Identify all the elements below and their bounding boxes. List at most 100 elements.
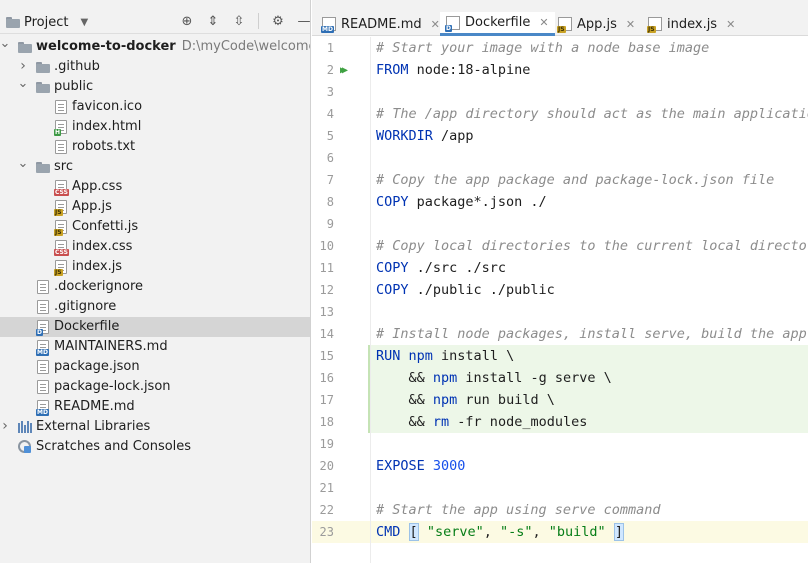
tree-item-confetti-js[interactable]: JS Confetti.js [0, 217, 310, 237]
tree-item-scratches-and-consoles[interactable]: Scratches and Consoles [0, 437, 310, 457]
code-line[interactable]: 4 # The /app directory should act as the … [312, 103, 808, 125]
tree-item-dockerignore[interactable]: .dockerignore [0, 277, 310, 297]
tree-item-maintainers-md[interactable]: MD MAINTAINERS.md [0, 337, 310, 357]
code-line[interactable]: 19 [312, 433, 808, 455]
code-line[interactable]: 12 COPY ./public ./public [312, 279, 808, 301]
tab-app-js[interactable]: JS App.js ✕ [552, 12, 641, 36]
chevron-right-icon[interactable]: › [18, 58, 28, 74]
tree-item-external-libraries[interactable]: › External Libraries [0, 417, 310, 437]
code-token-comment: # Start your image with a node base imag… [376, 40, 710, 56]
close-icon[interactable]: ✕ [431, 18, 440, 31]
toolbar-divider [258, 13, 259, 29]
collapse-all-icon[interactable]: ⇳ [230, 12, 248, 30]
code-line[interactable]: 13 [312, 301, 808, 323]
minimize-icon[interactable]: — [295, 12, 311, 30]
code-token-kw: rm [432, 414, 450, 430]
tree-item-index-html[interactable]: Hindex.html [0, 117, 310, 137]
file-icon: H [54, 120, 67, 136]
tree-item-robots-txt[interactable]: robots.txt [0, 137, 310, 157]
code-line[interactable]: 7 # Copy the app package and package-lock… [312, 169, 808, 191]
code-text: EXPOSE 3000 [376, 458, 465, 474]
line-number: 15 [319, 349, 334, 363]
project-toolbar: ⊕ ⇕ ⇳ ⚙ — [178, 12, 311, 30]
tree-item-index-css[interactable]: CSS index.css [0, 237, 310, 257]
tree-item-welcome-to-docker[interactable]: ⌄ welcome-to-dockerD:\myCode\welcome-t [0, 36, 310, 57]
code-line[interactable]: 23 CMD [ "serve", "-s", "build" ] [312, 521, 808, 543]
tab-index-js[interactable]: JS index.js ✕ [642, 12, 741, 36]
file-icon: CSS [54, 240, 69, 256]
tree-item-github[interactable]: › .github [0, 57, 310, 77]
project-path: D:\myCode\welcome-t [181, 39, 310, 54]
code-line[interactable]: 3 [312, 81, 808, 103]
file-icon: JS [54, 200, 67, 216]
close-icon[interactable]: ✕ [726, 18, 735, 31]
code-line[interactable]: 6 [312, 147, 808, 169]
tree-item-package-lock-json[interactable]: package-lock.json [0, 377, 310, 397]
close-icon[interactable]: ✕ [626, 18, 635, 31]
code-line[interactable]: 1 # Start your image with a node base ima… [312, 37, 808, 59]
code-line[interactable]: 11 COPY ./src ./src [312, 257, 808, 279]
line-number: 17 [319, 393, 334, 407]
code-text: # Copy local directories to the current … [376, 238, 808, 254]
code-line[interactable]: 22 # Start the app using serve command [312, 499, 808, 521]
code-line[interactable]: 5 WORKDIR /app [312, 125, 808, 147]
scratch-icon [18, 440, 32, 454]
chevron-down-icon[interactable]: ⌄ [18, 156, 29, 171]
code-text: # Start your image with a node base imag… [376, 40, 709, 56]
code-line[interactable]: 8 COPY package*.json ./ [312, 191, 808, 213]
run-icon[interactable]: ▶▶ [340, 65, 348, 76]
tree-item-public[interactable]: ⌄ public [0, 76, 310, 97]
tree-item-dockerfile[interactable]: D Dockerfile [0, 317, 310, 337]
code-line[interactable]: 15 RUN npm install \ [312, 345, 808, 367]
tab-dockerfile[interactable]: D Dockerfile ✕ [440, 12, 555, 36]
code-line[interactable]: 18 && rm -fr node_modules [312, 411, 808, 433]
code-line[interactable]: 14 # Install node packages, install serve… [312, 323, 808, 345]
tree-item-label: External Libraries [36, 419, 151, 434]
tree-item-favicon-ico[interactable]: favicon.ico [0, 97, 310, 117]
code-token-text: ./public ./public [408, 282, 555, 298]
code-token-text: node:18-alpine [408, 62, 531, 78]
code-token-comment: # Copy local directories to the current … [376, 238, 808, 254]
tree-item-package-json[interactable]: package.json [0, 357, 310, 377]
line-number: 10 [319, 239, 334, 253]
code-editor[interactable]: 1 # Start your image with a node base ima… [312, 37, 808, 563]
file-icon [55, 140, 67, 154]
line-number: 16 [319, 371, 334, 385]
folder-icon [36, 161, 50, 173]
code-line[interactable]: 9 [312, 213, 808, 235]
tree-item-app-js[interactable]: JS App.js [0, 197, 310, 217]
tree-item-readme-md[interactable]: MD README.md [0, 397, 310, 417]
project-panel-title: Project [24, 14, 69, 30]
code-line[interactable]: 20 EXPOSE 3000 [312, 455, 808, 477]
file-icon: JS [557, 17, 572, 33]
tree-item-label: Scratches and Consoles [36, 439, 192, 454]
chevron-right-icon[interactable]: › [0, 418, 10, 434]
code-line[interactable]: 2 ▶▶ FROM node:18-alpine [312, 59, 808, 81]
code-line[interactable]: 10 # Copy local directories to the curren… [312, 235, 808, 257]
project-view-selector[interactable]: Project ▼ [6, 12, 88, 32]
code-token-text: package*.json ./ [408, 194, 547, 210]
code-line[interactable]: 17 && npm run build \ [312, 389, 808, 411]
tree-item-label: package-lock.json [54, 379, 171, 394]
code-token-str: "build" [548, 524, 606, 540]
chevron-down-icon[interactable]: ⌄ [0, 36, 10, 51]
locate-file-icon[interactable]: ⊕ [178, 12, 196, 30]
tab-readme-md[interactable]: MD README.md ✕ [316, 12, 446, 36]
code-text: FROM node:18-alpine [376, 62, 530, 78]
tree-item-src[interactable]: ⌄ src [0, 156, 310, 177]
gear-icon[interactable]: ⚙ [269, 12, 287, 30]
file-icon: JS [54, 220, 67, 236]
file-icon: JS [647, 17, 662, 33]
expand-all-icon[interactable]: ⇕ [204, 12, 222, 30]
tree-item-index-js[interactable]: JS index.js [0, 257, 310, 277]
close-icon[interactable]: ✕ [539, 16, 548, 29]
code-line[interactable]: 21 [312, 477, 808, 499]
code-token-kw: COPY [376, 194, 409, 210]
tree-item-app-css[interactable]: CSS App.css [0, 177, 310, 197]
code-line[interactable]: 16 && npm install -g serve \ [312, 367, 808, 389]
tree-item-gitignore[interactable]: .gitignore [0, 297, 310, 317]
chevron-down-icon[interactable]: ⌄ [18, 76, 29, 91]
library-icon [18, 421, 32, 433]
line-number: 7 [326, 173, 334, 187]
